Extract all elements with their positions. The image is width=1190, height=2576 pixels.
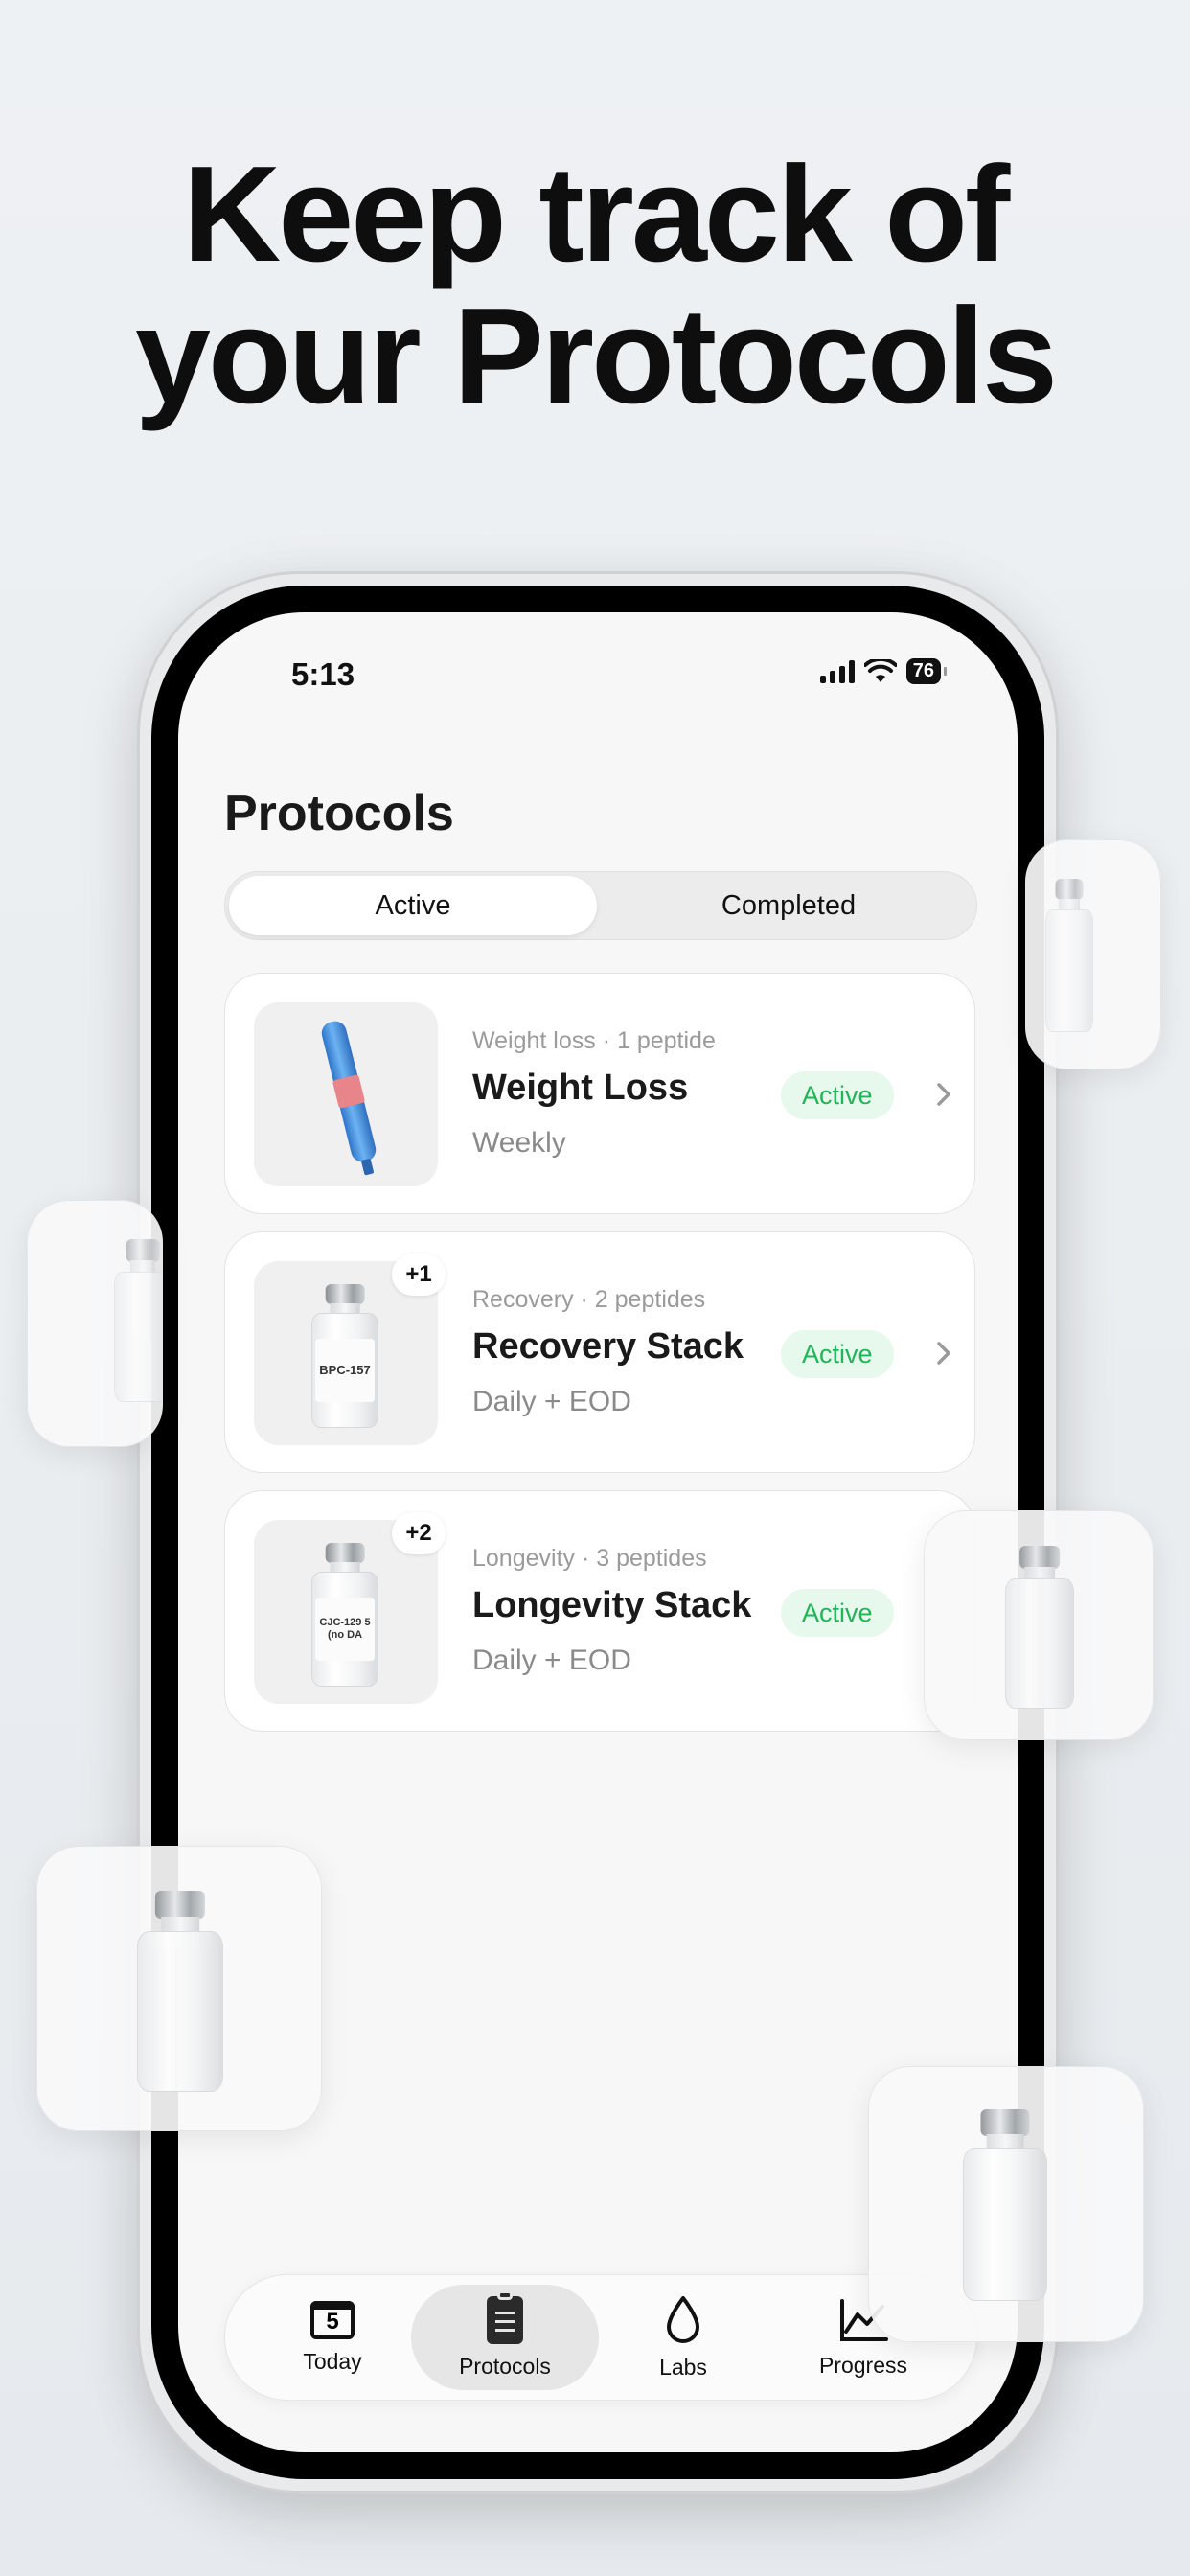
chevron-right-icon bbox=[937, 1083, 950, 1106]
floating-vial-tile bbox=[36, 1846, 322, 2131]
protocol-meta: Recovery · 2 peptides bbox=[472, 1286, 706, 1313]
page-title: Protocols bbox=[224, 786, 454, 841]
status-badge: Active bbox=[781, 1071, 894, 1119]
extra-count-badge: +1 bbox=[392, 1254, 446, 1296]
chevron-right-icon bbox=[937, 1342, 950, 1365]
tab-label: Progress bbox=[818, 2352, 908, 2378]
protocol-name: Weight Loss bbox=[472, 1068, 689, 1108]
headline: Keep track of your Protocols bbox=[0, 144, 1190, 427]
protocol-card-longevity-stack[interactable]: CJC-129 5 (no DA +2 Longevity · 3 peptid… bbox=[224, 1490, 975, 1732]
segment-completed[interactable]: Completed bbox=[605, 876, 973, 935]
segment-active[interactable]: Active bbox=[229, 876, 597, 935]
headline-line-2: your Protocols bbox=[134, 280, 1058, 432]
calendar-icon: 5 bbox=[310, 2300, 355, 2339]
vial-image bbox=[963, 2109, 1047, 2301]
tab-labs[interactable]: Labs bbox=[589, 2285, 777, 2390]
status-icons: 76 bbox=[819, 658, 948, 684]
protocol-meta: Weight loss · 1 peptide bbox=[472, 1027, 716, 1054]
protocol-name: Longevity Stack bbox=[472, 1585, 752, 1625]
protocol-thumbnail bbox=[254, 1002, 438, 1186]
tab-protocols[interactable]: Protocols bbox=[411, 2285, 599, 2390]
headline-line-1: Keep track of bbox=[182, 138, 1011, 290]
floating-vial-tile bbox=[27, 1200, 163, 1447]
vial-label: BPC-157 bbox=[315, 1339, 375, 1402]
status-time: 5:13 bbox=[291, 656, 355, 692]
protocol-meta: Longevity · 3 peptides bbox=[472, 1545, 707, 1572]
tab-label: Protocols bbox=[459, 2353, 551, 2379]
status-badge: Active bbox=[781, 1589, 894, 1637]
tab-today[interactable]: 5 Today bbox=[239, 2285, 426, 2390]
tab-label: Today bbox=[303, 2348, 362, 2374]
clipboard-icon bbox=[487, 2289, 523, 2344]
wifi-icon bbox=[863, 658, 897, 682]
extra-count-badge: +2 bbox=[392, 1512, 446, 1554]
protocol-schedule: Weekly bbox=[472, 1127, 566, 1159]
cellular-signal-icon bbox=[819, 659, 855, 683]
vial-label: CJC-129 5 (no DA bbox=[315, 1598, 375, 1661]
tab-label: Labs bbox=[659, 2354, 707, 2380]
protocol-thumbnail: CJC-129 5 (no DA +2 bbox=[254, 1512, 446, 1704]
vial-image bbox=[114, 1239, 162, 1402]
floating-vial-tile bbox=[1025, 840, 1161, 1070]
floating-vial-tile bbox=[924, 1510, 1154, 1740]
battery-indicator: 76 bbox=[905, 658, 948, 684]
protocol-schedule: Daily + EOD bbox=[472, 1386, 631, 1417]
vial-image bbox=[1005, 1546, 1074, 1709]
protocol-schedule: Daily + EOD bbox=[472, 1644, 631, 1676]
protocol-card-weight-loss[interactable]: Weight loss · 1 peptide Weight Loss Week… bbox=[224, 973, 975, 1214]
status-badge: Active bbox=[781, 1330, 894, 1378]
status-segmented-control: Active Completed bbox=[224, 871, 977, 940]
injection-pen-image bbox=[319, 1019, 378, 1164]
protocol-thumbnail: BPC-157 +1 bbox=[254, 1254, 446, 1445]
protocol-card-recovery-stack[interactable]: BPC-157 +1 Recovery · 2 peptides Recover… bbox=[224, 1231, 975, 1473]
vial-image bbox=[137, 1891, 223, 2092]
floating-vial-tile bbox=[868, 2066, 1144, 2342]
vial-image: BPC-157 bbox=[311, 1284, 378, 1428]
vial-image: CJC-129 5 (no DA bbox=[311, 1543, 378, 1687]
bottom-tab-bar: 5 Today Protocols Labs Progress bbox=[224, 2274, 977, 2401]
vial-image bbox=[1045, 879, 1093, 1032]
drop-icon bbox=[667, 2295, 699, 2343]
protocol-name: Recovery Stack bbox=[472, 1326, 744, 1367]
